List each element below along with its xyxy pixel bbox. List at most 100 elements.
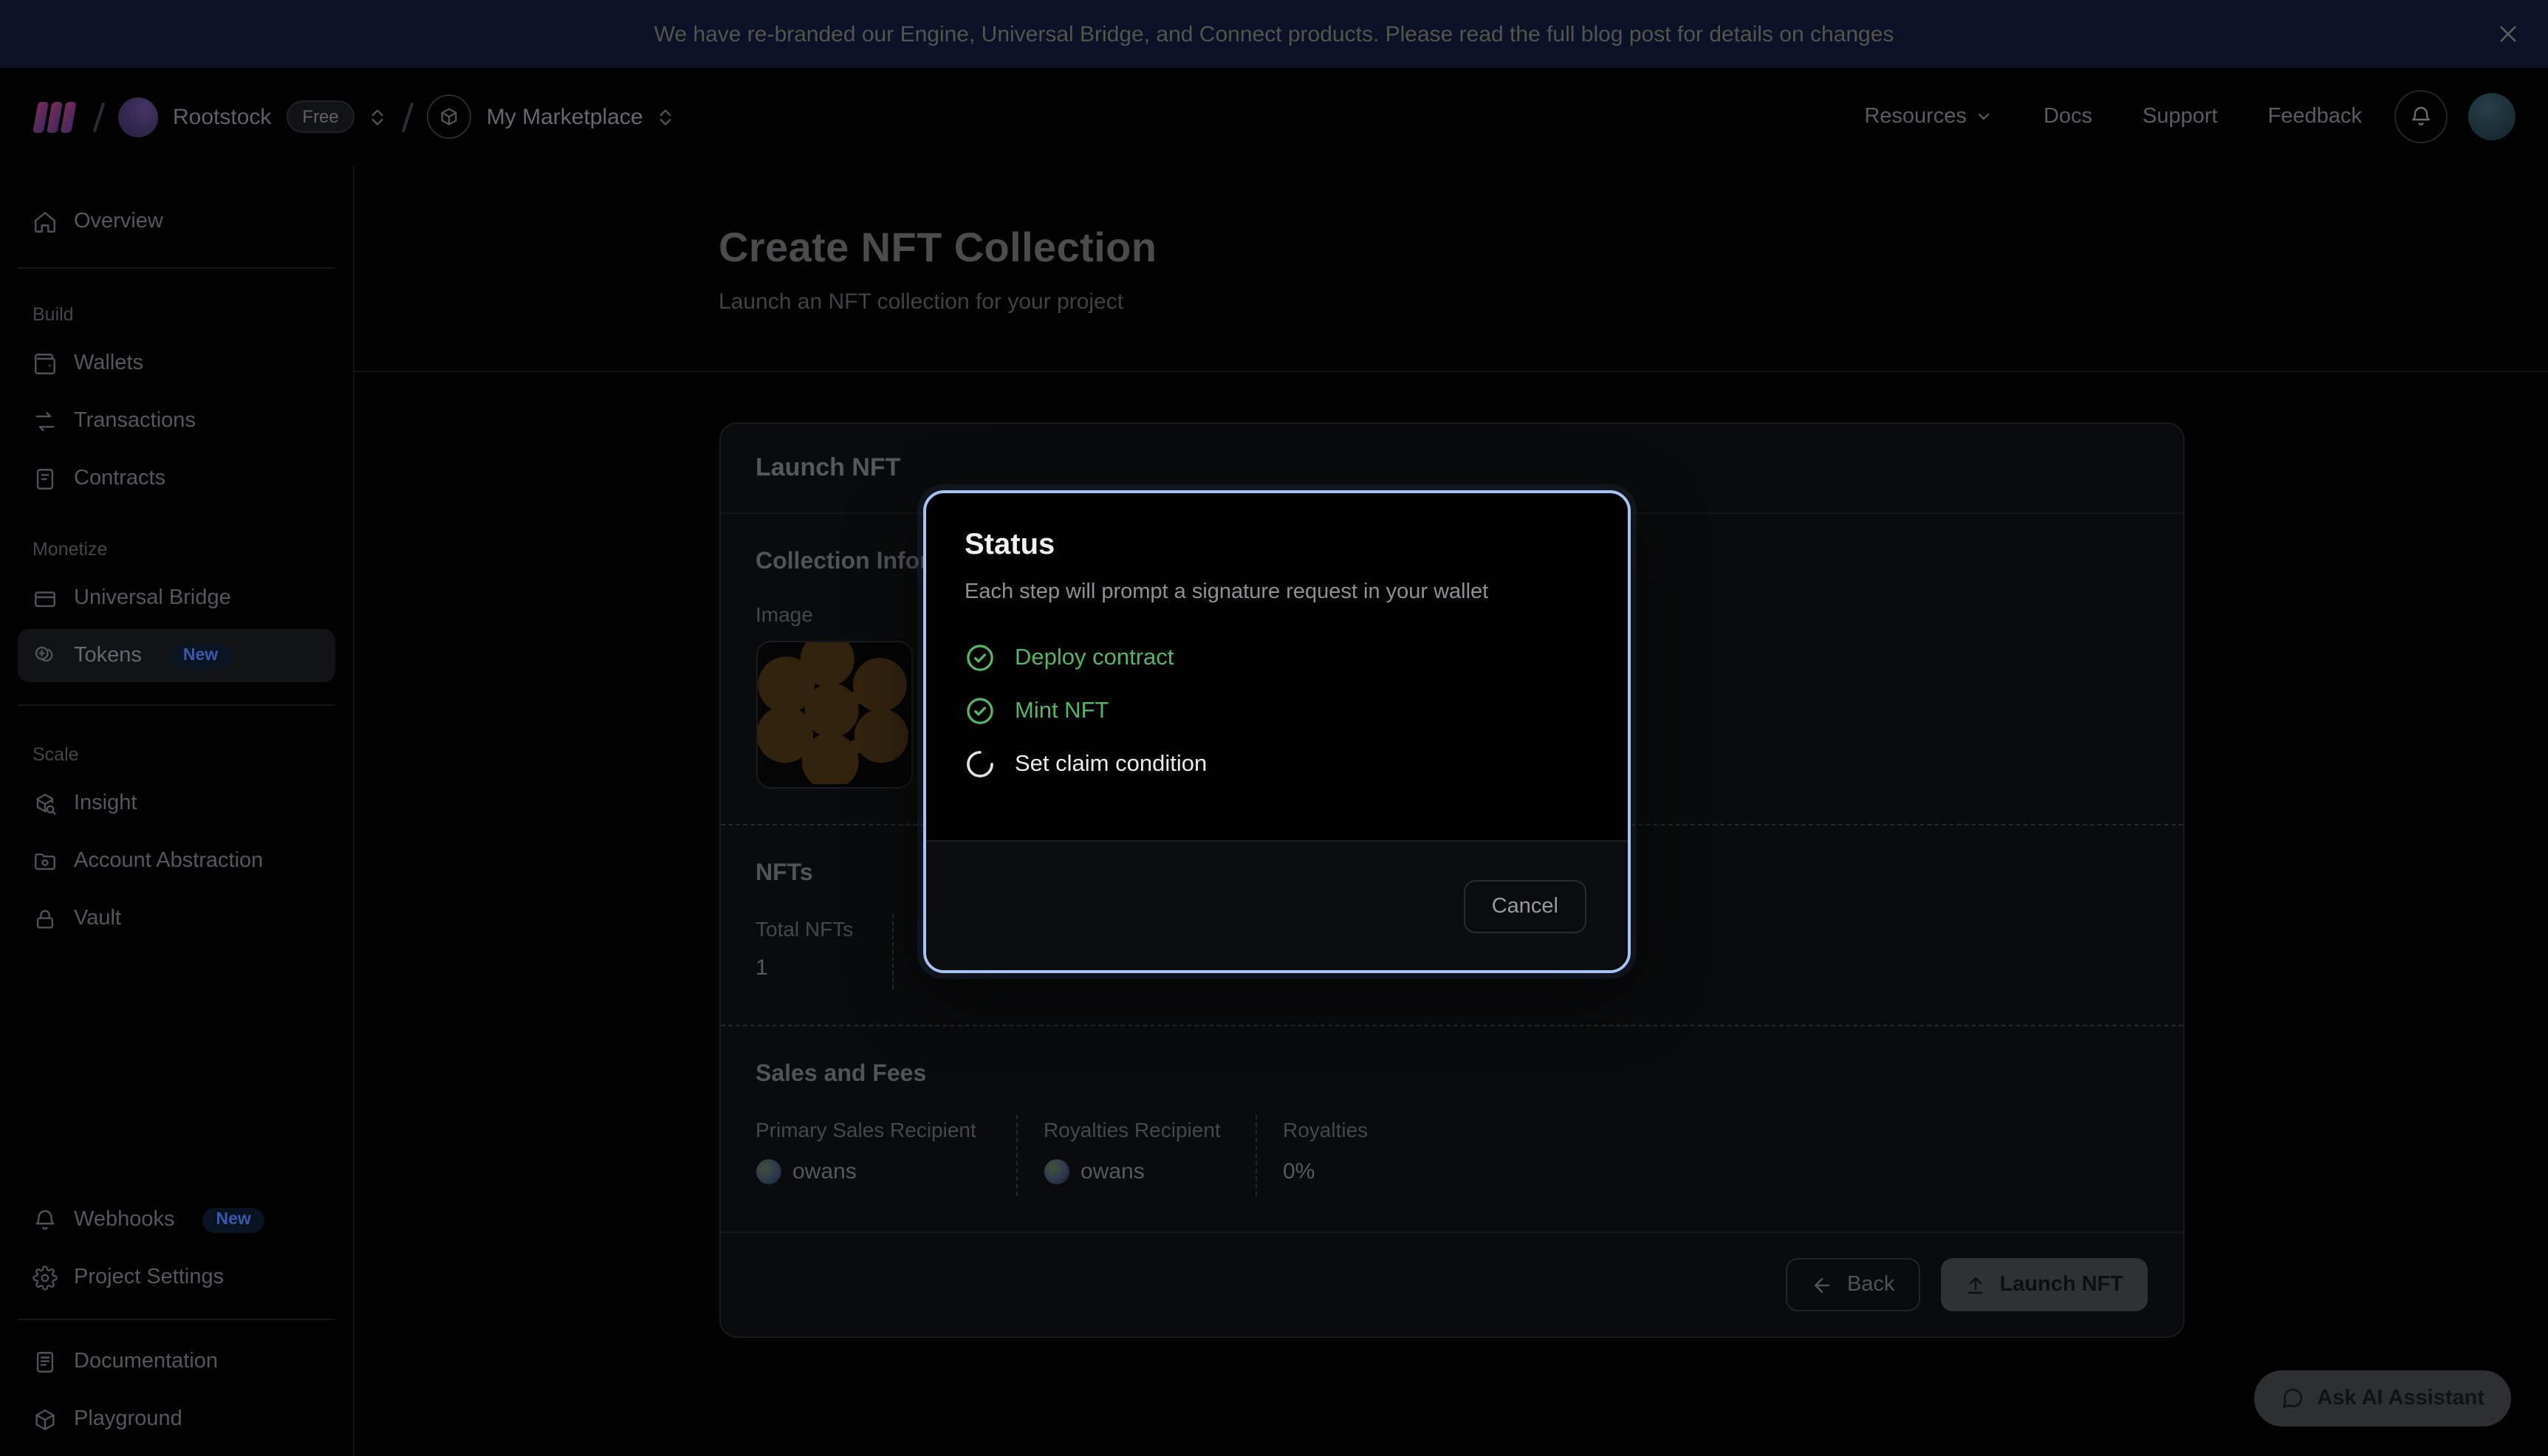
project-switcher[interactable] [367,106,389,128]
header-nav: Resources Docs Support Feedback [1864,105,2362,128]
app-root: We have re-branded our Engine, Universal… [0,0,2548,1456]
chat-bubble-icon [2280,1387,2304,1410]
launch-nft-button-label: Launch NFT [1999,1273,2123,1297]
recipient-avatar [756,1159,781,1184]
royalties-recipient-label: Royalties Recipient [1044,1118,1255,1141]
nav-docs[interactable]: Docs [2044,105,2092,128]
royalties-recipient-value: owans [1080,1159,1145,1184]
ask-ai-assistant-button[interactable]: Ask AI Assistant [2253,1370,2511,1426]
cube-search-icon [32,791,58,816]
home-icon [32,209,58,234]
sidebar-item-label: Account Abstraction [74,849,263,873]
project-avatar[interactable] [118,97,158,137]
bell-icon [32,1207,58,1232]
user-avatar[interactable] [2468,93,2516,140]
status-modal-body: Status Each step will prompt a signature… [926,493,1628,837]
folder-icon [32,848,58,873]
gear-icon [32,1265,58,1290]
recipient-avatar [1044,1159,1069,1184]
card-footer: Back Launch NFT [720,1233,2182,1336]
sidebar-section-scale: Scale [32,744,321,765]
royalties-value: 0% [1283,1159,1368,1184]
nav-feedback[interactable]: Feedback [2268,105,2362,128]
total-nfts-value: 1 [756,955,891,981]
spinner-icon [965,749,996,780]
primary-sales-label: Primary Sales Recipient [756,1118,992,1141]
sidebar-item-wallets[interactable]: Wallets [18,337,335,390]
sidebar: Overview Build Wallets Transactions Cont… [0,165,355,1456]
card-icon [32,586,58,611]
royalties-label: Royalties [1283,1118,1368,1141]
sidebar-item-transactions[interactable]: Transactions [18,394,335,447]
royalties-stat: Royalties 0% [1256,1115,1368,1196]
upload-icon [1964,1274,1986,1296]
sidebar-item-contracts[interactable]: Contracts [18,452,335,505]
notifications-button[interactable] [2394,90,2448,143]
new-badge: New [203,1207,264,1232]
team-switcher[interactable] [655,106,677,128]
sidebar-item-project-settings[interactable]: Project Settings [18,1251,335,1304]
sidebar-item-tokens[interactable]: Tokens New [18,629,335,682]
top-header: Rootstock Free My Marketplace Resources … [0,68,2548,165]
launch-nft-button[interactable]: Launch NFT [1940,1258,2147,1311]
check-circle-icon [965,696,996,727]
sidebar-item-universal-bridge[interactable]: Universal Bridge [18,571,335,625]
sidebar-item-playground[interactable]: Playground [18,1393,335,1446]
bell-icon [2409,105,2433,128]
page-subtitle: Launch an NFT collection for your projec… [719,289,2184,315]
page-title: Create NFT Collection [719,224,2184,272]
chevrons-up-down-icon [367,106,389,128]
primary-sales-value: owans [792,1159,857,1184]
step-label: Mint NFT [1015,698,1109,724]
step-label: Deploy contract [1015,645,1174,671]
sidebar-divider [18,704,335,706]
sidebar-item-vault[interactable]: Vault [18,892,335,945]
arrows-swap-icon [32,408,58,433]
page-divider [355,371,2548,372]
sidebar-item-label: Documentation [74,1350,218,1373]
nft-image-pattern [757,642,908,784]
page-header: Create NFT Collection Launch an NFT coll… [719,224,2184,315]
sidebar-item-label: Vault [74,907,121,930]
nav-support[interactable]: Support [2143,105,2218,128]
ask-ai-assistant-label: Ask AI Assistant [2317,1387,2484,1410]
back-button[interactable]: Back [1787,1258,1920,1311]
sidebar-item-insight[interactable]: Insight [18,777,335,830]
chevron-down-icon [1976,108,1993,126]
sidebar-item-documentation[interactable]: Documentation [18,1335,335,1388]
thirdweb-logo-icon[interactable] [32,100,80,134]
lock-icon [32,906,58,931]
sidebar-item-overview[interactable]: Overview [18,195,335,248]
sidebar-divider [18,267,335,269]
sidebar-item-label: Project Settings [74,1266,224,1289]
arrow-left-icon [1812,1274,1834,1296]
sales-fees-section: Sales and Fees Primary Sales Recipient o… [720,1026,2182,1232]
nft-collection-image[interactable] [756,641,912,789]
announcement-text: We have re-branded our Engine, Universal… [654,21,1894,47]
back-button-label: Back [1847,1273,1895,1297]
sidebar-item-account-abstraction[interactable]: Account Abstraction [18,834,335,887]
coins-icon [32,643,58,668]
cancel-button[interactable]: Cancel [1464,879,1586,933]
sidebar-item-label: Contracts [74,467,165,490]
breadcrumb-project-name[interactable]: Rootstock [173,104,271,129]
banner-close-button[interactable] [2492,18,2524,50]
sidebar-bottom-group: Webhooks New Project Settings Documentat… [18,1193,335,1450]
sidebar-section-build: Build [32,304,321,325]
wallet-icon [32,351,58,376]
status-steps: Deploy contract Mint NFT Set claim condi… [965,642,1589,780]
sidebar-item-label: Webhooks [74,1208,175,1232]
sidebar-item-label: Overview [74,210,163,233]
status-modal-footer: Cancel [926,840,1628,970]
total-nfts-label: Total NFTs [756,917,891,941]
close-icon [2496,22,2520,46]
cube-icon [32,1407,58,1432]
nav-resources[interactable]: Resources [1864,105,1993,128]
primary-sales-stat: Primary Sales Recipient owans [756,1115,1017,1196]
breadcrumb-team-name[interactable]: My Marketplace [487,104,643,129]
sidebar-item-webhooks[interactable]: Webhooks New [18,1193,335,1246]
document-icon [32,466,58,491]
step-mint-nft: Mint NFT [965,696,1589,727]
team-avatar[interactable] [428,95,472,139]
plan-badge: Free [286,100,355,133]
